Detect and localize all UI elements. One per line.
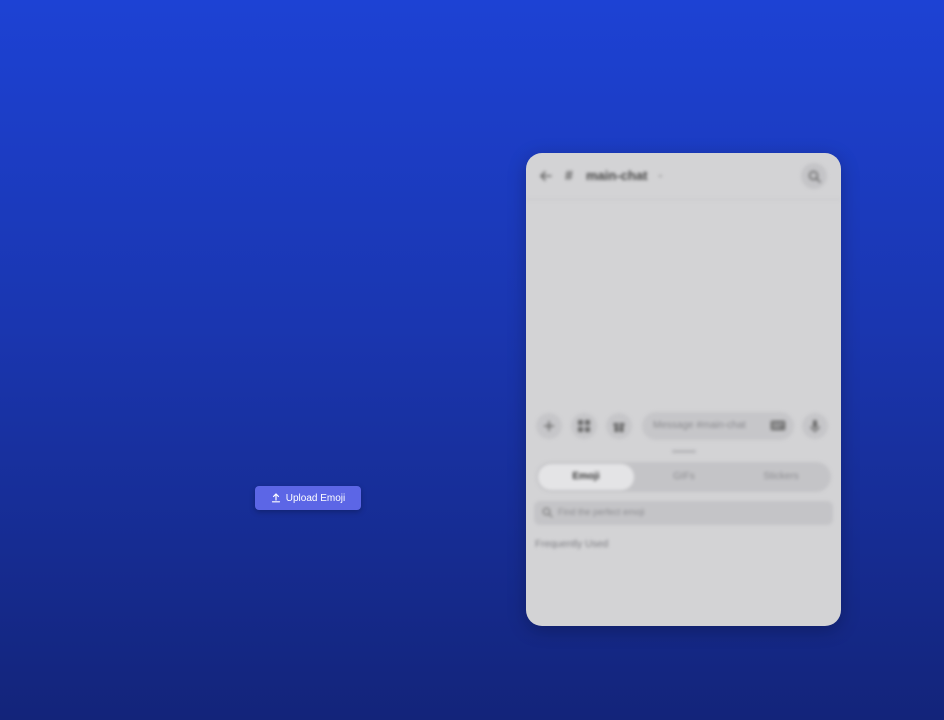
search-icon (808, 170, 821, 183)
drag-handle[interactable] (672, 450, 696, 453)
apps-icon (578, 420, 590, 432)
chevron-down-icon: ⌄ (657, 170, 664, 179)
composer-row: Message #main-chat (536, 412, 831, 443)
search-icon (542, 507, 553, 518)
gif-icon[interactable] (770, 420, 786, 431)
apps-button[interactable] (571, 413, 597, 439)
channel-header: # main-chat ⌄ (526, 153, 841, 200)
message-placeholder: Message #main-chat (653, 420, 746, 431)
picker-tabs: Emoji GIFs Stickers (536, 462, 831, 492)
attach-button[interactable] (536, 413, 562, 439)
upload-icon (271, 493, 280, 503)
section-label-frequently-used: Frequently Used (535, 539, 609, 550)
emoji-search-placeholder: Find the perfect emoji (558, 507, 645, 517)
channel-preview-panel: # main-chat ⌄ Message #main-chat Emoji G… (526, 153, 841, 626)
gift-box-icon (613, 423, 625, 432)
search-button[interactable] (801, 163, 827, 189)
tab-stickers[interactable]: Stickers (733, 464, 829, 490)
message-input[interactable]: Message #main-chat (642, 412, 794, 440)
emoji-search-input[interactable]: Find the perfect emoji (534, 501, 833, 525)
back-arrow-icon[interactable] (538, 168, 554, 184)
tab-emoji[interactable]: Emoji (538, 464, 634, 490)
voice-button[interactable] (802, 413, 828, 439)
channel-name[interactable]: main-chat (586, 168, 647, 183)
mic-icon (810, 420, 820, 433)
hash-icon: # (565, 167, 573, 183)
upload-emoji-label: Upload Emoji (285, 492, 346, 504)
plus-icon (544, 421, 554, 431)
upload-emoji-button[interactable]: Upload Emoji (255, 486, 361, 510)
tab-gifs[interactable]: GIFs (636, 464, 732, 490)
gift-button[interactable] (606, 413, 632, 439)
